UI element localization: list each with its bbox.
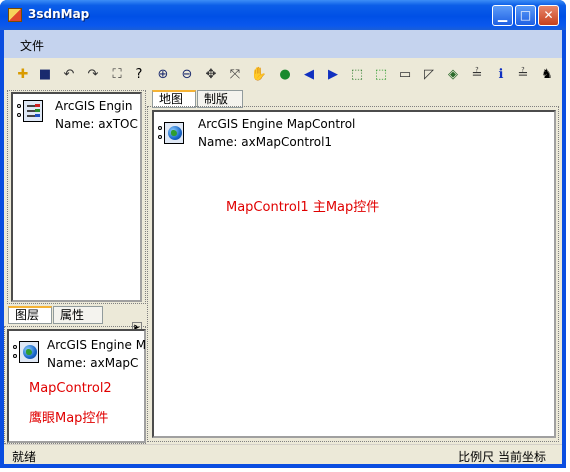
go-to-xy-icon: ≟ [517,66,529,82]
zoom-in-button[interactable]: ⊕ [154,65,172,83]
overview-note-desc: 鹰眼Map控件 [29,411,109,426]
map-tips-button[interactable]: ▭ [396,65,414,83]
zoom-in-icon: ⊕ [157,66,169,82]
menu-bar: 文件 [4,30,562,58]
status-coords: 当前坐标 [497,450,546,464]
title-bar[interactable]: 3sdnMap ▁ □ ✕ [0,0,566,30]
identify-button[interactable]: ℹ [492,65,510,83]
menu-file[interactable]: 文件 [20,37,44,54]
overview-map-type: ArcGIS Engine M [47,338,146,352]
back-icon: ◀ [304,66,314,82]
main-map-label: ArcGIS Engine MapControl Name: axMapCont… [198,115,355,151]
pan-icon: ✋ [250,66,268,82]
tab-properties[interactable]: 属性 [53,306,103,324]
toc-control-name: Name: axTOC [55,117,138,131]
measure-icon: ≟ [471,66,483,82]
identify-icon: ℹ [498,66,504,82]
overview-note-control: MapControl2 [29,381,112,396]
whats-this-button[interactable]: ? [130,65,148,83]
overview-map-icon [13,339,39,365]
zoom-out-button[interactable]: ⊖ [178,65,196,83]
undo-button[interactable]: ↶ [60,65,78,83]
save-icon: ■ [38,66,52,82]
status-bar: 就绪 比例尺 当前坐标 [4,444,562,464]
main-map-type: ArcGIS Engine MapControl [198,117,356,131]
undo-icon: ↶ [63,66,75,82]
add-data-icon: ✚ [17,66,29,82]
fixed-zoom-out-button[interactable]: ⤧ [226,65,244,83]
status-scale: 比例尺 [458,450,495,464]
select-features-button[interactable]: ⬚ [348,65,366,83]
main-map-control[interactable]: ArcGIS Engine MapControl Name: axMapCont… [152,110,556,438]
minimize-icon: ▁ [497,8,508,22]
main-map-icon [158,120,184,146]
app-window: 3sdnMap ▁ □ ✕ 文件 ✚ ■ ↶ ↷ ⛶? ⊕ ⊖ ✥ ⤧ ✋ ● ◀ ▶ ⬚ ⬚ ▭ ◸ ◈ ≟ ℹ ≟ ♞… [0,0,566,468]
search-button[interactable]: ♞ [538,65,556,83]
window-title: 3sdnMap [28,7,90,21]
select-features-icon: ⬚ [350,66,364,82]
save-button[interactable]: ■ [36,65,54,83]
toc-control-label: ArcGIS Engin Name: axTOC [55,97,141,133]
globe-icon [168,126,182,140]
pan-button[interactable]: ✋ [250,65,268,83]
forward-button[interactable]: ▶ [324,65,342,83]
maximize-button[interactable]: □ [515,5,536,26]
client-area: 文件 ✚ ■ ↶ ↷ ⛶? ⊕ ⊖ ✥ ⤧ ✋ ● ◀ ▶ ⬚ ⬚ ▭ ◸ ◈ ≟ ℹ ≟ ♞ ArcGIS Engin … [4,30,562,464]
clear-selection-icon: ⬚ [374,66,388,82]
fixed-zoom-out-icon: ⤧ [229,66,241,82]
main-map-note: MapControl1 主Map控件 [226,200,380,215]
globe-icon: ● [279,66,291,82]
globe-button[interactable]: ● [276,65,294,83]
add-data-button[interactable]: ✚ [14,65,32,83]
overview-map-name: Name: axMapC [47,356,139,370]
tab-layers[interactable]: 图层 [8,306,52,324]
back-button[interactable]: ◀ [300,65,318,83]
fixed-zoom-in-button[interactable]: ✥ [202,65,220,83]
minimize-button[interactable]: ▁ [492,5,513,26]
globe-icon [23,345,37,359]
overview-map-control[interactable]: ArcGIS Engine M Name: axMapC MapControl2… [7,329,146,443]
search-icon: ♞ [541,66,553,82]
whats-this-icon: ? [135,66,143,82]
clear-selection-button[interactable]: ⬚ [372,65,390,83]
close-icon: ✕ [543,8,554,22]
select-elements-button[interactable]: ◸ [420,65,438,83]
overview-map-label: ArcGIS Engine M Name: axMapC [47,336,146,372]
measure-button[interactable]: ≟ [468,65,486,83]
full-extent-icon: ⛶ [112,66,122,82]
map-tips-icon: ▭ [398,66,412,82]
select-elements-icon: ◸ [424,66,434,82]
toolbar: ✚ ■ ↶ ↷ ⛶? ⊕ ⊖ ✥ ⤧ ✋ ● ◀ ▶ ⬚ ⬚ ▭ ◸ ◈ ≟ ℹ ≟ ♞ [4,60,562,88]
find-button[interactable]: ◈ [444,65,462,83]
fixed-zoom-in-icon: ✥ [205,66,217,82]
maximize-icon: □ [519,8,532,22]
find-icon: ◈ [448,66,458,82]
toc-control-icon [17,98,43,124]
forward-icon: ▶ [328,66,338,82]
app-icon [8,8,22,22]
toc-control-type: ArcGIS Engin [55,99,133,113]
toc-control[interactable]: ArcGIS Engin Name: axTOC [11,92,142,302]
full-extent-button[interactable]: ⛶ [108,65,126,83]
redo-button[interactable]: ↷ [84,65,102,83]
go-to-xy-button[interactable]: ≟ [514,65,532,83]
redo-icon: ↷ [87,66,99,82]
status-right-panel: 比例尺 当前坐标 [458,448,546,465]
close-button[interactable]: ✕ [538,5,559,26]
zoom-out-icon: ⊖ [181,66,193,82]
status-ready: 就绪 [12,450,37,464]
main-map-name: Name: axMapControl1 [198,135,333,149]
